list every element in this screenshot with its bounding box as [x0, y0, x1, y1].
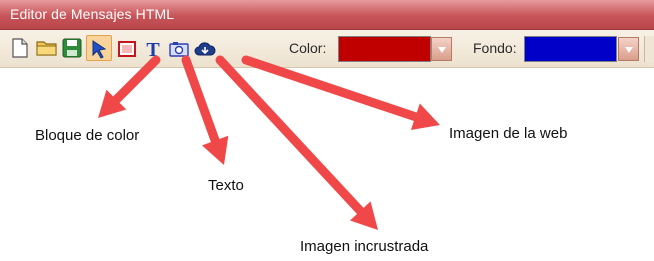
arrow-color-block: [98, 55, 161, 118]
arrow-text: [181, 55, 229, 165]
annotation-color-block: Bloque de color: [35, 127, 140, 144]
annotation-embedded-image: Imagen incrustrada: [300, 238, 429, 255]
annotation-web-image: Imagen de la web: [449, 125, 568, 142]
arrow-embedded-image: [215, 55, 378, 230]
annotation-text: Texto: [208, 177, 244, 194]
